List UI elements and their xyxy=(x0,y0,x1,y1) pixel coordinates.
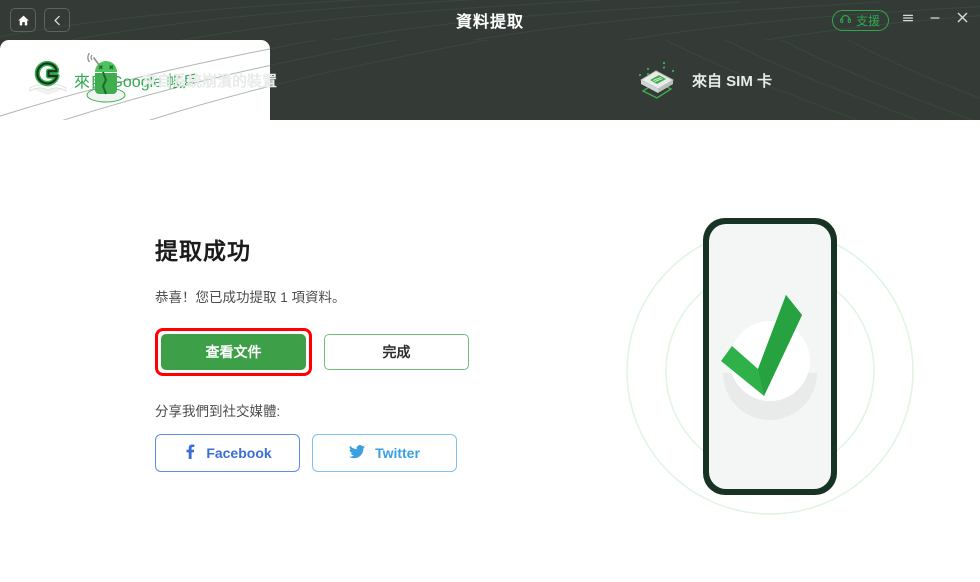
done-button[interactable]: 完成 xyxy=(324,334,469,370)
done-label: 完成 xyxy=(382,344,411,360)
success-subtext: 恭喜！您已成功提取 1 項資料。 xyxy=(155,290,346,305)
action-button-row: 查看文件 完成 xyxy=(155,328,495,376)
menu-button[interactable] xyxy=(900,12,916,28)
minimize-icon xyxy=(928,11,942,30)
view-files-button[interactable]: 查看文件 xyxy=(161,334,306,370)
success-panel: 提取成功 恭喜！您已成功提取 1 項資料。 查看文件 完成 分享我們到社交媒體: xyxy=(155,232,495,472)
twitter-label: Twitter xyxy=(375,445,420,461)
close-button[interactable] xyxy=(954,12,970,28)
hamburger-menu-icon xyxy=(901,11,915,30)
twitter-bird-icon xyxy=(349,444,366,462)
content-area: 提取成功 恭喜！您已成功提取 1 項資料。 查看文件 完成 分享我們到社交媒體: xyxy=(0,120,980,582)
tab-sim-card[interactable]: 來自 SIM 卡 xyxy=(628,40,772,120)
tab-crashed-device[interactable]: 來自系統崩潰的裝置 xyxy=(78,40,277,120)
app-window: 資料提取 支援 來自系統崩潰的裝置 來自 SIM 卡 來自 Google 帳戶 … xyxy=(0,0,980,582)
home-button[interactable] xyxy=(10,8,36,32)
minimize-button[interactable] xyxy=(927,12,943,28)
share-label: 分享我們到社交媒體: xyxy=(155,404,281,419)
tab-strip: 來自系統崩潰的裝置 來自 SIM 卡 來自 Google 帳戶 xyxy=(0,40,980,120)
facebook-f-icon xyxy=(183,444,196,462)
support-button-label: 支援 xyxy=(855,13,880,28)
facebook-share-button[interactable]: Facebook xyxy=(155,434,300,472)
window-controls-group: 支援 xyxy=(831,0,970,40)
sim-card-icon xyxy=(628,52,684,108)
google-g-icon xyxy=(22,52,74,109)
title-bar: 資料提取 支援 xyxy=(0,0,980,40)
window-nav-group xyxy=(10,8,70,32)
support-button[interactable]: 支援 xyxy=(831,9,889,31)
tab-label: 來自 SIM 卡 xyxy=(692,72,773,90)
back-chevron-icon xyxy=(51,14,64,27)
back-button[interactable] xyxy=(44,8,70,32)
phone-success-checkmark-illustration xyxy=(590,206,950,536)
broken-android-icon xyxy=(78,52,134,108)
headset-icon xyxy=(839,12,852,28)
close-icon xyxy=(955,10,970,30)
view-files-label: 查看文件 xyxy=(205,344,262,360)
tab-label: 來自系統崩潰的裝置 xyxy=(142,72,278,90)
social-button-row: Facebook Twitter xyxy=(155,434,495,472)
success-heading: 提取成功 xyxy=(155,238,251,264)
home-icon xyxy=(17,14,30,27)
view-files-highlight: 查看文件 xyxy=(155,328,312,376)
twitter-share-button[interactable]: Twitter xyxy=(312,434,457,472)
facebook-label: Facebook xyxy=(206,445,272,461)
